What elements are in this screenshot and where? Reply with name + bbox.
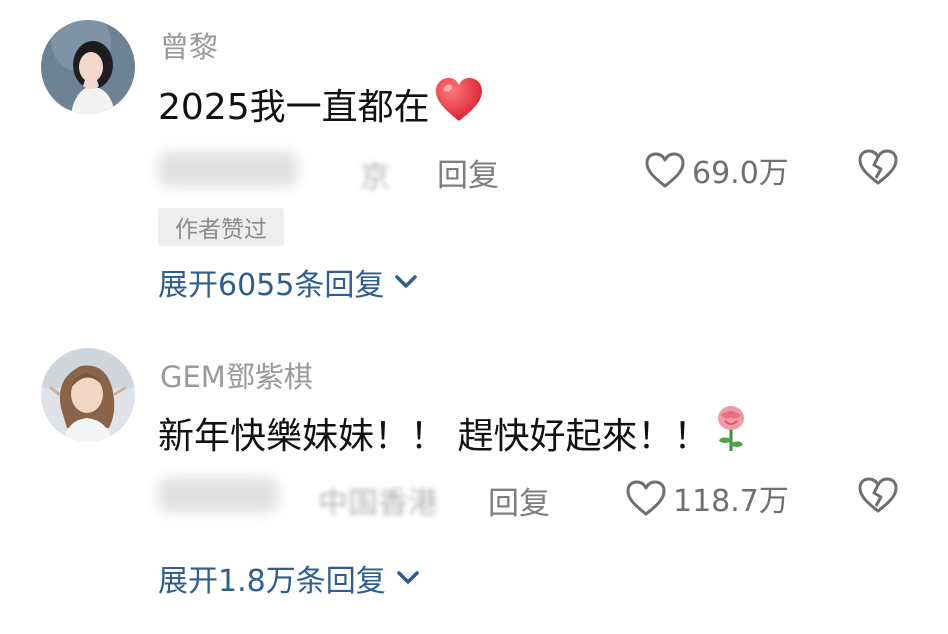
expand-replies-label: 展开1.8万条回复 bbox=[158, 564, 386, 599]
red-heart-emoji bbox=[434, 77, 484, 132]
dislike-button[interactable] bbox=[857, 476, 899, 518]
author-liked-badge: 作者赞过 bbox=[158, 208, 284, 246]
comment-item: GEM鄧紫棋 新年快樂妹妹！！ 趕快好起來！！ 中国香港 回复 118.7万 展… bbox=[0, 320, 948, 634]
comment-item: 曾黎 2025我一直都在 京 回复 69.0万 作者赞过 展开6055条回复 bbox=[0, 0, 948, 320]
expand-replies-label: 展开6055条回复 bbox=[158, 268, 385, 303]
expand-replies-button[interactable]: 展开6055条回复 bbox=[158, 260, 418, 304]
chevron-down-icon bbox=[395, 275, 418, 288]
comment-text-body: 新年快樂妹妹！！ 趕快好起來！！ bbox=[158, 416, 710, 457]
blurred-timestamp bbox=[158, 478, 278, 512]
like-button[interactable]: 118.7万 bbox=[625, 476, 789, 520]
reply-button[interactable]: 回复 bbox=[437, 150, 499, 195]
like-button[interactable]: 69.0万 bbox=[644, 148, 789, 192]
heart-outline-icon bbox=[626, 480, 666, 516]
location-label: 中国香港 bbox=[318, 486, 438, 521]
dislike-button[interactable] bbox=[857, 148, 899, 190]
like-count: 118.7万 bbox=[673, 484, 789, 519]
username[interactable]: GEM鄧紫棋 bbox=[160, 354, 313, 396]
avatar[interactable] bbox=[41, 348, 135, 442]
rose-emoji bbox=[713, 405, 749, 462]
username[interactable]: 曾黎 bbox=[160, 24, 218, 66]
reply-button[interactable]: 回复 bbox=[488, 478, 550, 523]
comment-text: 新年快樂妹妹！！ 趕快好起來！！ bbox=[158, 405, 749, 458]
blurred-timestamp bbox=[158, 152, 298, 186]
broken-heart-icon bbox=[858, 477, 898, 513]
location-label: 京 bbox=[360, 160, 390, 195]
like-count: 69.0万 bbox=[692, 156, 789, 191]
broken-heart-icon bbox=[858, 149, 898, 185]
chevron-down-icon bbox=[396, 571, 419, 584]
comment-text-body: 2025我一直都在 bbox=[158, 87, 430, 128]
avatar[interactable] bbox=[41, 20, 135, 114]
expand-replies-button[interactable]: 展开1.8万条回复 bbox=[158, 556, 420, 600]
comment-text: 2025我一直都在 bbox=[158, 77, 484, 128]
heart-outline-icon bbox=[645, 152, 685, 188]
